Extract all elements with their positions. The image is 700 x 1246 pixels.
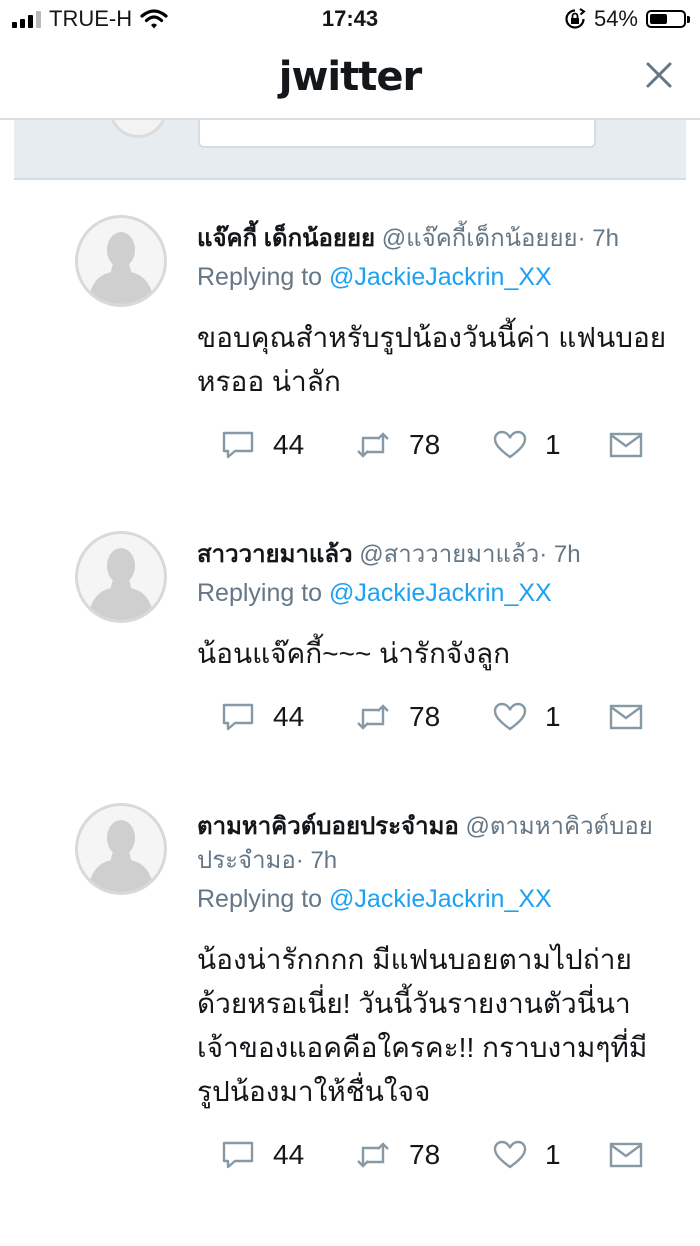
replying-prefix: Replying to xyxy=(197,885,323,913)
reply-count: 44 xyxy=(273,701,305,732)
retweet-button[interactable]: 78 xyxy=(355,1139,493,1171)
reply-meta: แจ๊คกี้ เด็กน้อยยย @แจ๊คกี้เด็กน้อยยย· 7… xyxy=(197,222,684,256)
replying-prefix: Replying to xyxy=(197,263,323,291)
timestamp: · 7h xyxy=(577,225,619,252)
app-logo: jwitter xyxy=(278,54,422,100)
heart-icon xyxy=(493,1140,527,1169)
default-avatar-icon xyxy=(87,820,155,892)
reply-body: สาววายมาแล้ว @สาววายมาแล้ว· 7h Replying … xyxy=(197,538,684,736)
default-avatar-icon xyxy=(87,232,155,304)
battery-percent: 54% xyxy=(593,6,638,31)
replying-prefix: Replying to xyxy=(197,579,323,607)
app-header: jwitter xyxy=(0,40,700,120)
reply-button[interactable]: 44 xyxy=(221,429,355,461)
display-name[interactable]: แจ๊คกี้ เด็กน้อยยย xyxy=(197,225,375,252)
retweet-icon xyxy=(357,704,389,730)
reply-body: ตามหาคิวต์บอยประจำมอ @ตามหาคิวต์บอยประจำ… xyxy=(197,810,684,1174)
envelope-icon xyxy=(609,704,643,730)
heart-icon xyxy=(493,430,527,459)
timestamp: · 7h xyxy=(539,541,581,568)
replying-to-link[interactable]: @JackieJackrin_XX xyxy=(329,885,552,913)
display-name[interactable]: สาววายมาแล้ว xyxy=(197,541,353,568)
rotation-lock-icon xyxy=(565,8,586,29)
retweet-count: 78 xyxy=(409,701,441,732)
reply-meta: สาววายมาแล้ว @สาววายมาแล้ว· 7h xyxy=(197,538,684,572)
display-name[interactable]: ตามหาคิวต์บอยประจำมอ xyxy=(197,813,459,840)
close-icon[interactable] xyxy=(644,60,674,90)
replying-to-link[interactable]: @JackieJackrin_XX xyxy=(329,263,552,291)
retweet-icon xyxy=(357,432,389,458)
reply-icon xyxy=(222,431,254,459)
replying-to: Replying to @JackieJackrin_XX xyxy=(197,260,684,294)
avatar[interactable] xyxy=(75,531,167,623)
like-count: 1 xyxy=(545,701,561,732)
user-handle[interactable]: @สาววายมาแล้ว xyxy=(359,541,539,568)
composer-avatar xyxy=(109,120,167,138)
heart-icon xyxy=(493,702,527,731)
reply-text: น้องน่ารักกกก มีแฟนบอยตามไปถ่ายด้วยหรอเน… xyxy=(197,944,648,1107)
envelope-icon xyxy=(609,1142,643,1168)
reply-icon xyxy=(222,703,254,731)
envelope-icon xyxy=(609,432,643,458)
reply-text: ขอบคุณสำหรับรูปน้องวันนี้ค่า แฟนบอยหรออ … xyxy=(197,322,667,397)
like-count: 1 xyxy=(545,429,561,460)
reply-body: แจ๊คกี้ เด็กน้อยยย @แจ๊คกี้เด็กน้อยยย· 7… xyxy=(197,222,684,464)
direct-message-button[interactable] xyxy=(609,1141,643,1169)
replying-to: Replying to @JackieJackrin_XX xyxy=(197,576,684,610)
action-bar: 44 78 1 xyxy=(197,426,684,464)
replying-to: Replying to @JackieJackrin_XX xyxy=(197,882,684,916)
retweet-count: 78 xyxy=(409,1139,441,1170)
retweet-button[interactable]: 78 xyxy=(355,701,493,733)
reply-composer xyxy=(14,120,686,180)
direct-message-button[interactable] xyxy=(609,703,643,731)
reply-meta: ตามหาคิวต์บอยประจำมอ @ตามหาคิวต์บอยประจำ… xyxy=(197,810,684,878)
like-button[interactable]: 1 xyxy=(493,429,609,461)
reply-text: น้อนแจ๊คกี้~~~ น่ารักจังลูก xyxy=(197,638,511,669)
direct-message-button[interactable] xyxy=(609,431,643,459)
like-button[interactable]: 1 xyxy=(493,701,609,733)
battery-icon xyxy=(646,10,690,28)
avatar[interactable] xyxy=(75,215,167,307)
action-bar: 44 78 1 xyxy=(197,698,684,736)
like-count: 1 xyxy=(545,1139,561,1170)
status-right: 54% xyxy=(564,6,690,32)
reply-count: 44 xyxy=(273,1139,305,1170)
retweet-button[interactable]: 78 xyxy=(355,429,493,461)
retweet-count: 78 xyxy=(409,429,441,460)
like-button[interactable]: 1 xyxy=(493,1139,609,1171)
action-bar: 44 78 1 xyxy=(197,1136,684,1174)
status-bar: TRUE-H 17:43 54% xyxy=(0,0,700,40)
reply-button[interactable]: 44 xyxy=(221,1139,355,1171)
reply-button[interactable]: 44 xyxy=(221,701,355,733)
reply-icon xyxy=(222,1141,254,1169)
timestamp: · 7h xyxy=(295,847,338,874)
default-avatar-icon xyxy=(87,548,155,620)
reply-count: 44 xyxy=(273,429,305,460)
reply-input[interactable] xyxy=(198,120,596,148)
replying-to-link[interactable]: @JackieJackrin_XX xyxy=(329,579,552,607)
avatar[interactable] xyxy=(75,803,167,895)
user-handle[interactable]: @แจ๊คกี้เด็กน้อยยย xyxy=(382,225,578,252)
retweet-icon xyxy=(357,1142,389,1168)
